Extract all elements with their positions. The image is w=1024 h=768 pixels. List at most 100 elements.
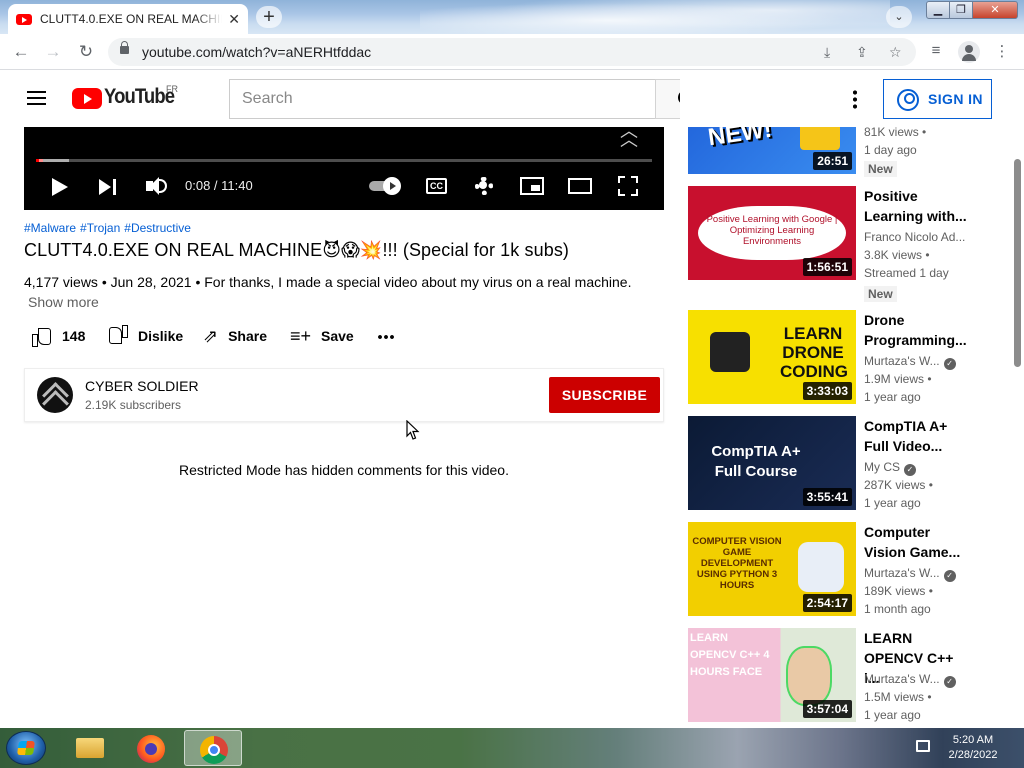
- hashtag-link[interactable]: #Malware: [24, 221, 76, 235]
- network-tray-icon[interactable]: [916, 740, 930, 752]
- autoplay-knob[interactable]: [383, 177, 401, 195]
- video-thumbnail[interactable]: COMPUTER VISION GAME DEVELOPMENT USING P…: [688, 522, 856, 616]
- youtube-logo-text[interactable]: YouTube: [104, 85, 175, 109]
- browser-tab-active[interactable]: CLUTT4.0.EXE ON REAL MACHINE😈😱💥!!! (Spec…: [8, 4, 248, 34]
- rec-channel[interactable]: Murtaza's W... ✓: [864, 354, 956, 370]
- like-count: 148: [62, 328, 86, 344]
- channel-avatar[interactable]: [37, 377, 73, 413]
- play-icon[interactable]: [52, 178, 68, 196]
- recommendation-item[interactable]: LEARN DRONE CODING 3:33:03 Drone Program…: [688, 310, 1018, 406]
- profile-avatar-icon[interactable]: [958, 41, 980, 63]
- reload-icon[interactable]: ↻: [75, 41, 97, 63]
- media-queue-icon[interactable]: ≡: [926, 42, 946, 59]
- thumbs-down-icon: [108, 327, 128, 345]
- next-video-icon[interactable]: [99, 179, 111, 195]
- share-page-icon[interactable]: ⇪: [856, 44, 868, 61]
- system-clock[interactable]: 5:20 AM 2/28/2022: [938, 733, 1008, 763]
- share-button[interactable]: ⇗ Share: [203, 325, 267, 347]
- rec-title[interactable]: CompTIA A+ Full Video...: [864, 416, 968, 456]
- channel-row: CYBER SOLDIER 2.19K subscribers SUBSCRIB…: [24, 368, 664, 422]
- forward-arrow-icon[interactable]: →: [42, 41, 64, 63]
- rec-title[interactable]: Computer Vision Game...: [864, 522, 968, 562]
- controller-graphic: [798, 542, 844, 592]
- browser-toolbar: ← → ↻ youtube.com/watch?v=aNERHtfddac ⤓ …: [0, 34, 1024, 70]
- rec-channel[interactable]: My CS ✓: [864, 460, 916, 476]
- browser-menu-icon[interactable]: ⋮: [992, 42, 1012, 60]
- start-button-icon[interactable]: [6, 731, 46, 765]
- thumbnail-text: Positive Learning with Google | Optimizi…: [698, 206, 846, 260]
- theater-mode-icon[interactable]: [568, 178, 592, 194]
- settings-more-icon[interactable]: [853, 89, 857, 109]
- show-more-button[interactable]: Show more: [28, 294, 99, 310]
- url-text: youtube.com/watch?v=aNERHtfddac: [142, 44, 372, 60]
- taskbar-chrome-button[interactable]: [184, 730, 242, 766]
- clock-time: 5:20 AM: [952, 734, 994, 746]
- rec-age: 1 year ago: [864, 390, 921, 404]
- rec-title[interactable]: Drone Programming...: [864, 310, 968, 350]
- recommendation-item[interactable]: COMPUTER VISION GAME DEVELOPMENT USING P…: [688, 522, 1018, 618]
- tab-search-chevron-icon[interactable]: ⌄: [886, 6, 912, 28]
- hamburger-menu-icon[interactable]: [27, 91, 46, 105]
- video-thumbnail[interactable]: Positive Learning with Google | Optimizi…: [688, 186, 856, 280]
- video-thumbnail[interactable]: LEARN DRONE CODING 3:33:03: [688, 310, 856, 404]
- bookmark-star-icon[interactable]: ☆: [889, 44, 902, 61]
- recommendation-item[interactable]: Positive Learning with Google | Optimizi…: [688, 186, 1018, 302]
- tab-title: CLUTT4.0.EXE ON REAL MACHINE😈😱💥!!! (Spec…: [40, 12, 222, 26]
- subscribe-button[interactable]: SUBSCRIBE: [549, 377, 660, 413]
- account-icon: [897, 89, 919, 111]
- recommendation-item[interactable]: LEARN OPENCV C++ 4 HOURS FACE 3:57:04 LE…: [688, 628, 1018, 724]
- rec-views: 81K views •: [864, 125, 927, 139]
- tab-close-icon[interactable]: ✕: [228, 11, 240, 28]
- duration-badge: 2:54:17: [802, 594, 852, 612]
- window-minimize-button[interactable]: ▁: [926, 1, 950, 19]
- video-thumbnail[interactable]: LEARN OPENCV C++ 4 HOURS FACE 3:57:04: [688, 628, 856, 722]
- hashtag-link[interactable]: #Destructive: [124, 221, 191, 235]
- subscriber-count: 2.19K subscribers: [85, 398, 182, 412]
- page-scrollbar[interactable]: [1012, 127, 1024, 728]
- captions-icon[interactable]: CC: [426, 178, 447, 194]
- rec-channel[interactable]: Murtaza's W... ✓: [864, 672, 956, 688]
- window-close-button[interactable]: ✕: [972, 1, 1018, 19]
- progress-bar[interactable]: [36, 159, 652, 162]
- settings-gear-icon[interactable]: [475, 177, 493, 195]
- verified-check-icon: ✓: [943, 570, 956, 582]
- miniplayer-icon[interactable]: [520, 177, 544, 195]
- share-label: Share: [228, 328, 268, 344]
- back-arrow-icon[interactable]: ←: [10, 41, 32, 63]
- search-input[interactable]: Search: [229, 79, 656, 119]
- hashtags: #Malware #Trojan #Destructive: [24, 221, 195, 235]
- new-tab-button[interactable]: +: [256, 6, 282, 28]
- sign-in-button[interactable]: SIGN IN: [883, 79, 992, 119]
- video-player[interactable]: ︿ ︿ 0:08 / 11:40 CC: [24, 127, 664, 210]
- fullscreen-icon[interactable]: [618, 176, 638, 196]
- channel-name[interactable]: CYBER SOLDIER: [85, 378, 199, 394]
- recommendation-item[interactable]: CompTIA A+ Full Course 3:55:41 CompTIA A…: [688, 416, 1018, 512]
- folder-icon: [76, 738, 104, 758]
- install-app-icon[interactable]: ⤓: [824, 44, 830, 61]
- more-actions-icon[interactable]: [377, 335, 395, 339]
- duration-badge: 3:57:04: [802, 700, 852, 718]
- rec-channel-name: Murtaza's W...: [864, 566, 940, 580]
- rec-title[interactable]: Positive Learning with...: [864, 186, 968, 226]
- taskbar-explorer-button[interactable]: [60, 730, 118, 766]
- rec-views: 189K views •: [864, 584, 933, 598]
- video-meta: 4,177 views • Jun 28, 2021 • For thanks,…: [24, 274, 632, 290]
- hashtag-link[interactable]: #Trojan: [80, 221, 120, 235]
- window-restore-button[interactable]: ❐: [949, 1, 973, 19]
- youtube-logo-icon[interactable]: [72, 88, 102, 109]
- save-button[interactable]: ≡+ Save: [290, 325, 354, 347]
- video-thumbnail[interactable]: CompTIA A+ Full Course 3:55:41: [688, 416, 856, 510]
- youtube-favicon-icon: [16, 13, 32, 25]
- restricted-mode-notice: Restricted Mode has hidden comments for …: [179, 462, 509, 478]
- taskbar-firefox-button[interactable]: [122, 730, 180, 766]
- rec-channel[interactable]: Franco Nicolo Ad...: [864, 230, 965, 244]
- share-arrow-icon: ⇗: [203, 325, 219, 346]
- rec-channel[interactable]: Murtaza's W... ✓: [864, 566, 956, 582]
- playlist-add-icon: ≡+: [290, 325, 312, 346]
- dislike-button[interactable]: Dislike: [108, 325, 183, 347]
- chevron-up-icon: ︿ ︿: [620, 127, 638, 150]
- scrollbar-thumb[interactable]: [1014, 159, 1021, 367]
- address-bar[interactable]: youtube.com/watch?v=aNERHtfddac ⤓ ⇪ ☆: [108, 38, 916, 66]
- clock-date: 2/28/2022: [948, 749, 998, 761]
- like-button[interactable]: 148: [32, 325, 85, 347]
